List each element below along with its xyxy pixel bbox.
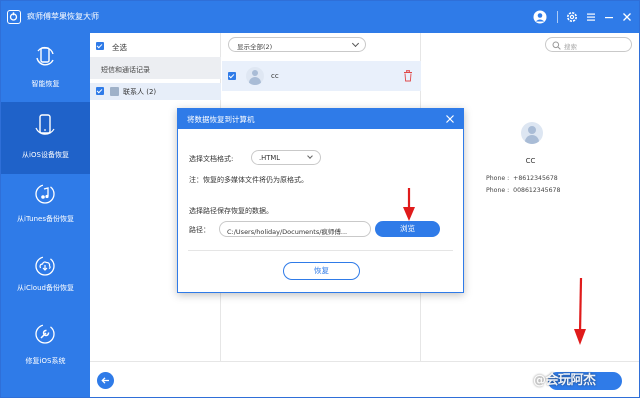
annotation-arrow-icon xyxy=(574,277,586,345)
annotation-arrow-icon xyxy=(403,188,415,221)
recover-button[interactable]: 恢复 xyxy=(283,262,360,280)
path-value: C:/Users/holiday/Documents/疯师傅... xyxy=(227,227,348,236)
app-window: 疯师傅苹果恢复大师 智能恢复 从iOS设备恢复 从iTunes备份恢复 从iCl… xyxy=(0,0,640,398)
path-instruction: 选择路径保存恢复的数据。 xyxy=(189,207,273,215)
recover-to-computer-dialog: 将数据恢复到计算机 选择文档格式: .HTML 注：恢复的多媒体文件将仍为原格式… xyxy=(177,108,464,293)
format-value: .HTML xyxy=(259,154,281,162)
format-dropdown[interactable]: .HTML xyxy=(251,150,321,165)
format-label: 选择文档格式: xyxy=(189,155,234,163)
dialog-title: 将数据恢复到计算机 xyxy=(187,115,255,124)
dialog-header: 将数据恢复到计算机 xyxy=(178,109,463,129)
close-icon[interactable] xyxy=(445,114,455,124)
format-note: 注：恢复的多媒体文件将仍为原格式。 xyxy=(189,176,308,184)
dialog-divider xyxy=(188,250,453,251)
chevron-down-icon xyxy=(307,153,313,159)
path-label: 路径： xyxy=(189,226,210,234)
browse-button[interactable]: 浏览 xyxy=(375,221,440,237)
path-field[interactable]: C:/Users/holiday/Documents/疯师傅... xyxy=(219,221,371,237)
